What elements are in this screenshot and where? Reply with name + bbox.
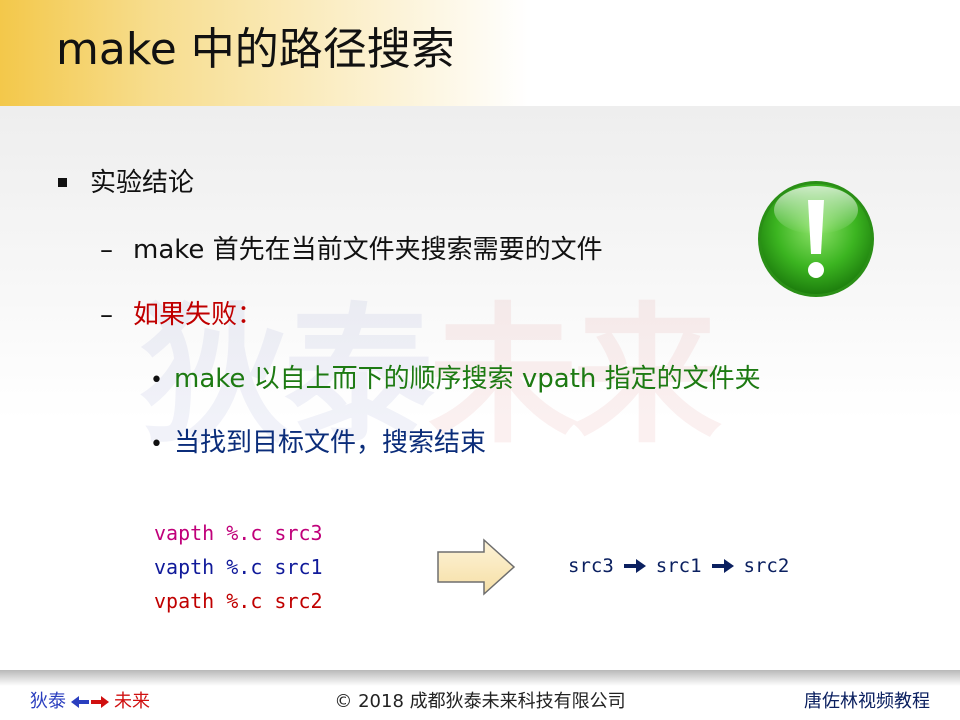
search-step-2: src1	[655, 555, 702, 577]
square-bullet-icon	[58, 178, 67, 187]
bullet-search-end: 当找到目标文件，搜索结束	[174, 428, 487, 458]
right-arrow-icon	[623, 559, 646, 573]
footer-brand: 狄泰 未来	[30, 688, 150, 716]
footer-course: 唐佐林视频教程	[804, 691, 930, 712]
bullet-if-failed: 如果失败：	[133, 300, 264, 330]
title-bar: make 中的路径搜索	[0, 0, 960, 128]
search-step-3: src2	[743, 555, 790, 577]
search-order-chain: src3 src1 src2	[568, 552, 789, 580]
footer-brand-left: 狄泰	[30, 691, 66, 712]
right-block-arrow-icon	[437, 538, 516, 596]
bullet-conclusion: 实验结论	[90, 168, 195, 198]
bullet-search-current: make 首先在当前文件夹搜索需要的文件	[133, 235, 603, 265]
code-line-1: vapth %.c src3	[154, 521, 323, 545]
right-arrow-icon	[711, 559, 734, 573]
code-line-2: vapth %.c src1	[154, 555, 323, 579]
dash-bullet-icon: –	[100, 300, 113, 330]
dot-bullet-icon: •	[150, 368, 163, 393]
footer: © 2018 成都狄泰未来科技有限公司 狄泰 未来 唐佐林视频教程	[0, 686, 960, 720]
dot-bullet-icon: •	[150, 432, 163, 457]
footer-shadow	[0, 670, 960, 686]
footer-brand-right: 未来	[114, 691, 150, 712]
dash-bullet-icon: –	[100, 235, 113, 265]
search-step-1: src3	[568, 555, 614, 577]
double-arrow-icon	[71, 696, 109, 708]
bullet-vpath-order: make 以自上而下的顺序搜索 vpath 指定的文件夹	[174, 364, 761, 394]
exclamation-badge-icon	[758, 181, 874, 297]
code-line-3: vpath %.c src2	[154, 589, 323, 613]
slide-title: make 中的路径搜索	[56, 24, 455, 75]
